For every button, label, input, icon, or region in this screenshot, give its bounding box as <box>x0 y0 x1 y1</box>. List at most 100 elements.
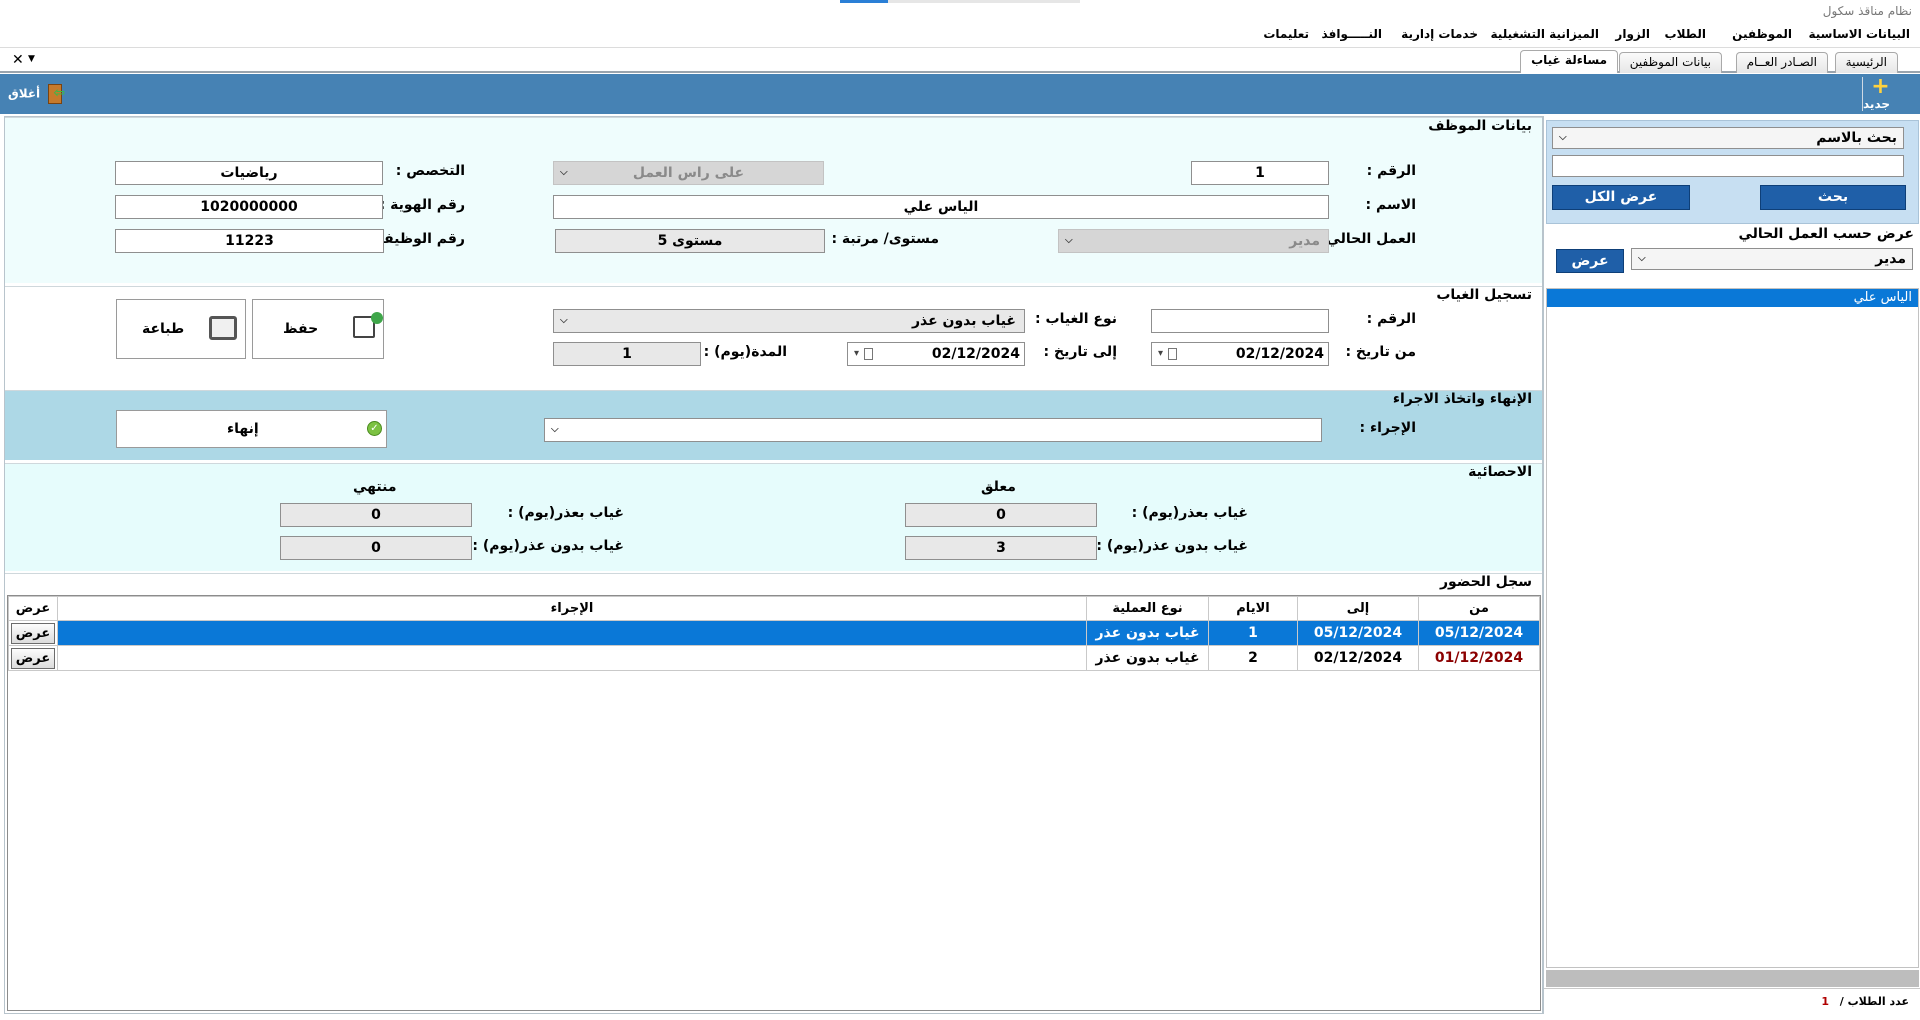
number-label: الرقم : <box>1366 163 1416 179</box>
new-button[interactable]: + جديد <box>1862 74 1898 111</box>
document-tabs: الرئيسية الصـادر العــام بيانات الموظفين… <box>0 48 1920 73</box>
finished-unexcused-value: 0 <box>280 536 472 560</box>
row-to: 05/12/2024 <box>1297 620 1419 646</box>
title-bar: نظام مناقذ سكول <box>0 0 1920 22</box>
section-title: سجل الحضور <box>1439 574 1532 590</box>
plus-icon: + <box>1871 74 1890 99</box>
column-view[interactable]: عرض <box>8 596 58 621</box>
menu-help[interactable]: تعليمات <box>1263 27 1309 41</box>
specialty-label: التخصص : <box>395 163 465 179</box>
column-operation-type[interactable]: نوع العملية <box>1086 596 1209 621</box>
status-bar: عدد الطلاب / 1 <box>1544 988 1920 1014</box>
row-type: غياب بدون عذر <box>1086 645 1209 671</box>
finished-unexcused-label: غياب بدون عذر(يوم) : <box>472 538 624 554</box>
row-from: 01/12/2024 <box>1418 645 1540 671</box>
table-row[interactable]: 05/12/2024 05/12/2024 1 غياب بدون عذر عر… <box>8 620 1540 646</box>
specialty-field[interactable]: رياضيات <box>115 161 383 185</box>
id-number-label: رقم الهوية : <box>379 197 465 213</box>
current-work-label: العمل الحالي : <box>1315 231 1416 247</box>
close-button[interactable]: أغلاق <box>8 84 65 104</box>
menu-students[interactable]: الطلاب <box>1665 27 1706 41</box>
search-mode-select[interactable]: بحث بالاسم ⌵ <box>1552 127 1904 149</box>
finish-section: الإنهاء واتخاذ الاجراء الإجراء : ⌵ ✓ إنه… <box>5 390 1542 460</box>
action-select[interactable]: ⌵ <box>544 418 1322 442</box>
absence-number-label: الرقم : <box>1366 311 1416 327</box>
menu-employees[interactable]: الموظفين <box>1732 27 1792 41</box>
column-days[interactable]: الايام <box>1208 596 1298 621</box>
row-view-cell: عرض <box>8 645 58 671</box>
pending-title: معلق <box>981 479 1016 495</box>
finished-excused-value: 0 <box>280 503 472 527</box>
print-button[interactable]: طباعة <box>116 299 246 359</box>
filter-title: عرض حسب العمل الحالي <box>1738 226 1914 242</box>
horizontal-scrollbar[interactable] <box>1546 970 1919 987</box>
menu-admin-services[interactable]: خدمات إدارية <box>1401 27 1478 41</box>
row-action <box>57 645 1087 671</box>
to-date-picker[interactable]: 02/12/2024 ▾ <box>847 342 1025 366</box>
search-panel: بحث بالاسم ⌵ بحث عرض الكل <box>1546 120 1919 224</box>
table-row[interactable]: 01/12/2024 02/12/2024 2 غياب بدون عذر عر… <box>8 645 1540 671</box>
column-to[interactable]: إلى <box>1297 596 1419 621</box>
employee-number-field[interactable]: 1 <box>1191 161 1329 185</box>
statistics-section: الاحصائية معلق منتهي غياب بعذر(يوم) : 0 … <box>5 463 1542 571</box>
view-row-button[interactable]: عرض <box>11 647 55 669</box>
level-label: مستوى/ مرتبة : <box>831 231 939 247</box>
to-date-label: إلى تاريخ : <box>1043 344 1118 360</box>
search-button[interactable]: بحث <box>1760 185 1906 210</box>
employee-sidebar: بحث بالاسم ⌵ بحث عرض الكل عرض حسب العمل ا… <box>1543 116 1920 1014</box>
tab-employee-data[interactable]: بيانات الموظفين <box>1618 52 1722 73</box>
work-filter-select[interactable]: مدير ⌵ <box>1631 248 1913 270</box>
finished-title: منتهي <box>353 479 397 495</box>
absence-number-field[interactable] <box>1151 309 1329 333</box>
employee-list[interactable]: الياس علي <box>1546 288 1919 968</box>
tab-home[interactable]: الرئيسية <box>1834 52 1898 73</box>
from-date-picker[interactable]: 02/12/2024 ▾ <box>1151 342 1329 366</box>
from-date-label: من تاريخ : <box>1345 344 1416 360</box>
pending-unexcused-label: غياب بدون عذر(يوم) : <box>1096 538 1248 554</box>
checkmark-icon: ✓ <box>367 421 382 436</box>
section-title: تسجيل الغياب <box>1436 287 1532 303</box>
window-list-dropdown-icon[interactable]: ▼ <box>28 54 35 64</box>
job-number-field[interactable]: 11223 <box>115 229 384 253</box>
section-title: بيانات الموظف <box>1428 118 1532 134</box>
menu-operating-budget[interactable]: الميزانية التشغيلية <box>1491 27 1599 41</box>
menu-basic-data[interactable]: البيانات الاساسية <box>1808 27 1910 41</box>
absence-section: تسجيل الغياب الرقم : نوع الغياب : غياب ب… <box>5 286 1542 390</box>
finish-button[interactable]: ✓ إنهاء <box>116 410 387 448</box>
menu-bar: البيانات الاساسية الموظفين الطلاب الزوار… <box>0 22 1920 48</box>
grid-header-row: من إلى الايام نوع العملية الإجراء عرض <box>8 596 1540 621</box>
exit-door-icon <box>48 84 65 104</box>
list-item[interactable]: الياس علي <box>1547 289 1918 307</box>
absence-type-select[interactable]: غياب بدون عذر ⌵ <box>553 309 1025 333</box>
tab-general-outgoing[interactable]: الصـادر العــام <box>1735 52 1828 73</box>
save-button[interactable]: حفظ <box>252 299 384 359</box>
main-form: بيانات الموظف الرقم : 1 على راس العمل ⌵ ا… <box>4 116 1543 1014</box>
app-title: نظام مناقذ سكول <box>1822 4 1912 18</box>
loading-progress <box>840 0 1080 3</box>
level-field: مستوى 5 <box>555 229 825 253</box>
search-input[interactable] <box>1552 155 1904 177</box>
show-all-button[interactable]: عرض الكل <box>1552 185 1690 210</box>
tab-absence-inquiry[interactable]: مساءلة غياب <box>1520 50 1618 73</box>
count-value: 1 <box>1821 995 1829 1008</box>
filter-view-button[interactable]: عرض <box>1556 249 1624 273</box>
row-type: غياب بدون عذر <box>1086 620 1209 646</box>
row-action <box>57 620 1087 646</box>
view-row-button[interactable]: عرض <box>11 622 55 644</box>
action-label: الإجراء : <box>1359 420 1416 436</box>
column-from[interactable]: من <box>1418 596 1540 621</box>
finished-excused-label: غياب بعذر(يوم) : <box>507 505 624 521</box>
duration-label: المدة(يوم) : <box>703 344 787 360</box>
section-title: الإنهاء واتخاذ الاجراء <box>1392 391 1532 407</box>
name-label: الاسم : <box>1365 197 1416 213</box>
employee-name-field[interactable]: الياس علي <box>553 195 1329 219</box>
menu-windows[interactable]: النـــــوافذ <box>1322 27 1382 41</box>
pending-excused-label: غياب بعذر(يوم) : <box>1131 505 1248 521</box>
row-view-cell: عرض <box>8 620 58 646</box>
id-number-field[interactable]: 1020000000 <box>115 195 383 219</box>
close-window-icon[interactable]: ✕ <box>12 52 24 68</box>
menu-visitors[interactable]: الزوار <box>1615 27 1650 41</box>
column-action[interactable]: الإجراء <box>57 596 1087 621</box>
calendar-icon <box>1168 348 1177 360</box>
status-dot-icon <box>371 312 383 324</box>
